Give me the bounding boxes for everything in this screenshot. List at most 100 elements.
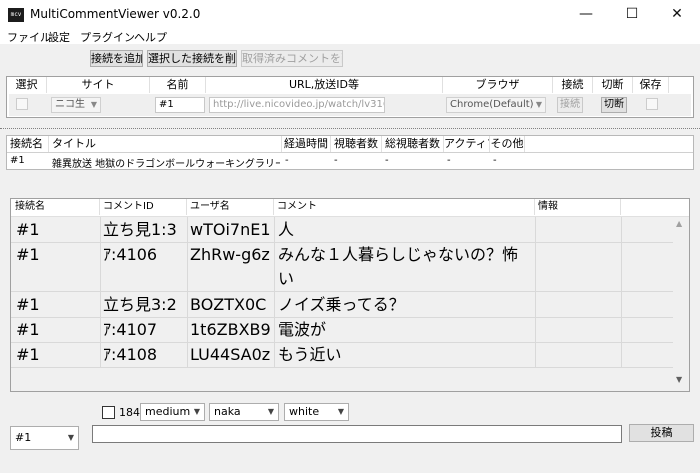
comment-user: ZhRw-g6z [190, 245, 270, 264]
disconnect-button[interactable]: 切断 [601, 97, 627, 113]
comment-text: みんな１人暮らしじゃないの？怖 [278, 245, 519, 264]
size-value: medium [145, 405, 191, 418]
broadcast-total-viewers: - [385, 155, 389, 166]
col-viewers: 視聴者数 [331, 136, 382, 152]
broadcast-active: - [447, 155, 451, 166]
col-comment-id: コメントID [100, 199, 187, 215]
counter-label: 184 [119, 406, 140, 419]
broadcast-table: 接続名 タイトル 経過時間 視聴者数 総視聴者数 アクティブ その他 #1 雑異… [6, 135, 694, 170]
save-checkbox[interactable] [646, 98, 658, 110]
menu-plugins[interactable]: プラグイン [80, 29, 135, 45]
comment-row[interactable]: #1 ｱ:4107 1t6ZBXB9 電波が [11, 318, 673, 342]
comment-conn: #1 [16, 245, 40, 264]
chevron-down-icon: ▼ [67, 433, 74, 442]
remove-fetched-comments-button: 取得済みコメントを削除 [241, 50, 343, 67]
col-other: その他 [490, 136, 525, 152]
browser-value: Chrome(Default) [450, 99, 534, 110]
connection-table: 選択 サイト 名前 URL,放送ID等 ブラウザ 接続 切断 保存 ニコ生 ▼ … [6, 76, 694, 118]
window-title: MultiCommentViewer v0.2.0 [30, 7, 201, 21]
col-browser: ブラウザ [443, 77, 553, 93]
comment-row[interactable]: #1 立ち見3:2 BOZTX0C ノイズ乗ってる？ [11, 293, 673, 317]
color-value: white [289, 405, 320, 418]
close-icon[interactable]: ✕ [654, 0, 700, 30]
position-select[interactable]: naka ▼ [209, 403, 279, 421]
row-divider [11, 291, 687, 292]
col-active: アクティブ [444, 136, 490, 152]
comment-text: 電波が [278, 320, 327, 339]
size-select[interactable]: medium ▼ [140, 403, 205, 421]
select-checkbox[interactable] [16, 98, 28, 110]
comment-conn: #1 [16, 345, 40, 364]
col-disconnect: 切断 [593, 77, 633, 93]
broadcast-conn: #1 [10, 155, 25, 166]
comment-conn: #1 [16, 220, 40, 239]
comment-row[interactable]: #1 ｱ:4106 ZhRw-g6z みんな１人暮らしじゃないの？怖 い [11, 243, 673, 291]
col-elapsed: 経過時間 [282, 136, 331, 152]
col-site: サイト [47, 77, 150, 93]
col-info: 情報 [535, 199, 621, 215]
col-total-viewers: 総視聴者数 [382, 136, 444, 152]
col-title: タイトル [49, 136, 282, 152]
comment-table: 接続名 コメントID ユーザ名 コメント 情報 #1 立ち見1:3 wTOi7n… [10, 198, 690, 392]
col-comment: コメント [274, 199, 535, 215]
site-select[interactable]: ニコ生 ▼ [51, 97, 101, 113]
vertical-scrollbar[interactable]: ▲ ▼ [673, 217, 689, 391]
comment-id: ｱ:4106 [103, 245, 158, 264]
col-url: URL,放送ID等 [206, 77, 443, 93]
comment-row[interactable]: #1 立ち見1:3 wTOi7nE1 人 [11, 218, 673, 242]
broadcast-elapsed: - [285, 155, 289, 166]
col-name: 名前 [150, 77, 206, 93]
comment-user: LU44SA0z [190, 345, 271, 364]
url-input[interactable]: http://live.nicovideo.jp/watch/lv31658 [209, 97, 385, 113]
comment-user: BOZTX0C [190, 295, 267, 314]
col-username: ユーザ名 [187, 199, 274, 215]
connect-button: 接続 [557, 97, 583, 113]
connection-select[interactable]: #1 ▼ [10, 426, 79, 450]
broadcast-other: - [493, 155, 497, 166]
chevron-down-icon: ▼ [337, 407, 344, 416]
browser-select[interactable]: Chrome(Default) ▼ [446, 97, 546, 113]
add-connection-button[interactable]: 接続を追加 [90, 50, 143, 67]
broadcast-title: 雑異放送 地獄のドラゴンボールウォーキングラリー放送3 [52, 159, 280, 170]
comment-conn: #1 [16, 320, 40, 339]
broadcast-row[interactable]: #1 雑異放送 地獄のドラゴンボールウォーキングラリー放送3 - - - - - [7, 154, 693, 170]
chevron-down-icon: ▼ [90, 100, 97, 109]
chevron-down-icon: ▼ [535, 100, 542, 109]
scroll-down-icon[interactable]: ▼ [676, 375, 682, 384]
col-select: 選択 [7, 77, 47, 93]
chevron-down-icon: ▼ [193, 407, 200, 416]
remove-selected-connection-button[interactable]: 選択した接続を削除 [147, 50, 237, 67]
splitter[interactable] [0, 128, 700, 130]
menu-file[interactable]: ファイル [7, 29, 51, 45]
minimize-icon[interactable]: — [563, 0, 609, 30]
comment-text: もう近い [278, 345, 342, 364]
comment-input[interactable] [92, 425, 622, 443]
comment-id: ｱ:4108 [103, 345, 158, 364]
menu-help[interactable]: ヘルプ [134, 29, 167, 45]
counter-checkbox[interactable] [102, 406, 115, 419]
connection-row[interactable]: ニコ生 ▼ #1 http://live.nicovideo.jp/watch/… [9, 94, 691, 116]
comment-user: wTOi7nE1 [190, 220, 271, 239]
scroll-up-icon[interactable]: ▲ [676, 219, 682, 228]
comment-id: ｱ:4107 [103, 320, 158, 339]
post-button[interactable]: 投稿 [629, 424, 694, 442]
col-conn-name: 接続名 [11, 199, 100, 215]
connection-select-value: #1 [15, 431, 32, 444]
comment-row[interactable]: #1 ｱ:4108 LU44SA0z もう近い [11, 343, 673, 367]
comment-header: 接続名 コメントID ユーザ名 コメント 情報 [11, 199, 689, 217]
broadcast-viewers: - [334, 155, 338, 166]
broadcast-header: 接続名 タイトル 経過時間 視聴者数 総視聴者数 アクティブ その他 [7, 136, 693, 153]
maximize-icon[interactable]: ☐ [609, 0, 655, 30]
name-input[interactable]: #1 [155, 97, 205, 113]
comment-text: ノイズ乗ってる？ [278, 295, 405, 314]
color-select[interactable]: white ▼ [284, 403, 349, 421]
comment-text-continued: い [278, 269, 295, 288]
comment-id: 立ち見1:3 [103, 220, 177, 239]
position-value: naka [214, 405, 241, 418]
site-value: ニコ生 [55, 99, 85, 110]
menu-settings[interactable]: 設定 [48, 29, 70, 45]
col-connect: 接続 [553, 77, 593, 93]
app-icon: mcv [8, 8, 24, 22]
comment-user: 1t6ZBXB9 [190, 320, 271, 339]
comment-text: 人 [278, 220, 295, 239]
